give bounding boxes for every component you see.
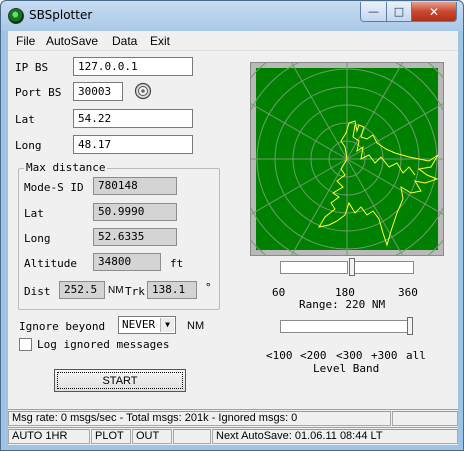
menu-exit[interactable]: Exit (150, 34, 170, 48)
plot-status: PLOT (91, 429, 131, 444)
level-tick-all: all (406, 349, 426, 362)
level-band-label: Level Band (313, 362, 380, 375)
ignore-beyond-select[interactable]: NEVER ▼ (118, 316, 176, 334)
radar-display (211, 23, 464, 295)
ignore-beyond-label: Ignore beyond (19, 320, 106, 333)
menu-file[interactable]: File (16, 34, 35, 48)
out-status: OUT (132, 429, 172, 444)
level-band-slider-thumb[interactable] (407, 317, 413, 335)
port-input[interactable]: 30003 (73, 82, 123, 101)
range-slider-thumb[interactable] (349, 258, 355, 276)
level-tick-100: <100 (266, 349, 293, 362)
level-tick-200: <200 (300, 349, 327, 362)
radar-frame (211, 23, 464, 295)
level-band-slider-track[interactable] (280, 320, 408, 333)
ip-label: IP BS (15, 61, 49, 74)
dist-unit: NM (108, 285, 124, 296)
altitude-label: Altitude (24, 257, 77, 270)
lat-input[interactable]: 54.22 (73, 109, 193, 128)
lat-label: Lat (15, 113, 35, 126)
range-tick-360: 360 (398, 286, 418, 299)
status-empty-cell (392, 411, 458, 426)
autosave-interval-status: AUTO 1HR (8, 429, 90, 444)
level-tick-300: <300 (336, 349, 363, 362)
minimize-button[interactable]: — (360, 2, 387, 22)
port-label: Port BS (15, 86, 62, 99)
log-ignored-checkbox[interactable] (19, 338, 32, 351)
altitude-unit: ft (170, 257, 184, 270)
max-distance-title: Max distance (24, 161, 108, 174)
trk-unit: ° (205, 281, 212, 294)
dist-label: Dist (24, 285, 51, 298)
level-tick-plus300: +300 (371, 349, 398, 362)
range-label: Range: 220 NM (299, 298, 386, 311)
range-slider-track-left[interactable] (280, 261, 348, 274)
dist-value: 252.5 (59, 281, 105, 299)
altitude-value: 34800 (93, 253, 161, 271)
max-lat-value: 50.9990 (93, 203, 177, 221)
long-input[interactable]: 48.17 (73, 135, 193, 154)
app-window: SBSplotter — □ ✕ File AutoSave Data Exit… (0, 0, 464, 451)
status-bar-messages: Msg rate: 0 msgs/sec - Total msgs: 201k … (8, 409, 458, 426)
maximize-button[interactable]: □ (386, 2, 412, 22)
menu-autosave[interactable]: AutoSave (46, 34, 98, 48)
chevron-down-icon[interactable]: ▼ (160, 318, 174, 332)
status-spacer-cell (173, 429, 211, 444)
start-button[interactable]: START (54, 369, 186, 392)
trk-label: Trk (125, 285, 145, 298)
ignore-beyond-value: NEVER (122, 318, 156, 331)
title-bar[interactable]: SBSplotter — □ ✕ (1, 1, 463, 31)
max-long-value: 52.6335 (93, 228, 177, 246)
client-area: File AutoSave Data Exit IP BS 127.0.0.1 … (8, 23, 464, 445)
ignore-unit: NM (187, 320, 205, 332)
range-tick-60: 60 (272, 286, 286, 299)
trk-value: 138.1 (147, 281, 197, 299)
long-label: Long (15, 139, 42, 152)
status-bar-autosave: AUTO 1HR PLOT OUT Next AutoSave: 01.06.1… (8, 427, 458, 445)
max-lat-label: Lat (24, 207, 44, 220)
close-button[interactable]: ✕ (411, 2, 457, 22)
message-rate-status: Msg rate: 0 msgs/sec - Total msgs: 201k … (8, 411, 391, 426)
modes-id-label: Mode-S ID (24, 181, 84, 194)
log-ignored-label: Log ignored messages (37, 338, 170, 351)
app-icon (8, 8, 24, 24)
menu-data[interactable]: Data (112, 34, 137, 48)
modes-id-value: 780148 (93, 177, 177, 195)
window-title: SBSplotter (29, 8, 93, 22)
connect-status-icon[interactable] (134, 82, 152, 100)
range-slider-track-right[interactable] (354, 261, 414, 274)
menu-bar: File AutoSave Data Exit (8, 31, 458, 51)
max-long-label: Long (24, 232, 51, 245)
ip-input[interactable]: 127.0.0.1 (73, 57, 193, 76)
next-autosave-status: Next AutoSave: 01.06.11 08:44 LT (212, 429, 458, 444)
